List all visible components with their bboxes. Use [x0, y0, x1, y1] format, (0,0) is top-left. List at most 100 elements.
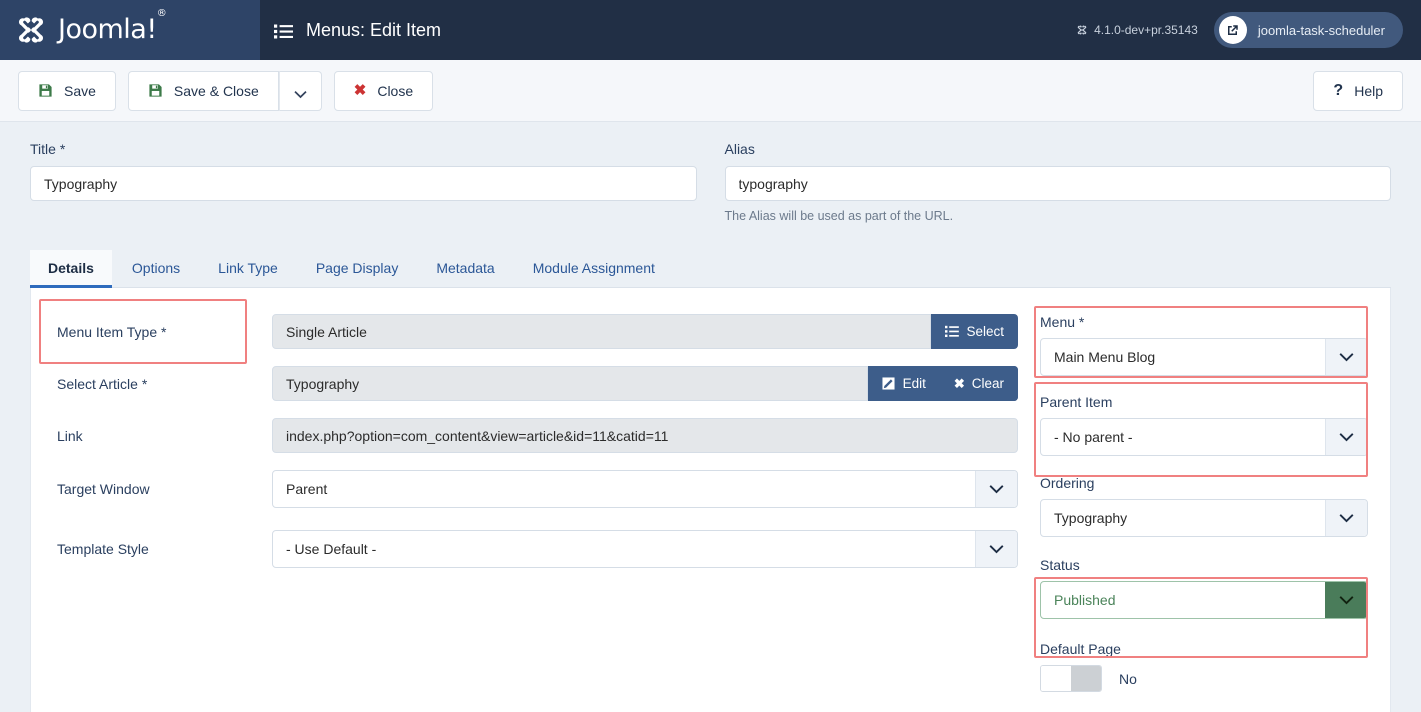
header-right-area: 4.1.0-dev+pr.35143 joomla-task-scheduler [1076, 0, 1421, 60]
menu-field-group: Menu * Main Menu Blog [1040, 314, 1368, 376]
status-value: Published [1054, 592, 1116, 608]
joomla-logo-icon [14, 13, 48, 47]
tab-details[interactable]: Details [30, 250, 112, 288]
template-style-row: Template Style - Use Default - [57, 530, 1018, 568]
details-main-column: Menu Item Type * Single Article Select S… [31, 299, 1030, 712]
save-dropdown-button[interactable] [278, 70, 322, 111]
default-page-field-group: Default Page No [1040, 641, 1368, 692]
chevron-down-icon [1325, 500, 1367, 536]
page-title: Menus: Edit Item [306, 19, 442, 40]
menu-select[interactable]: Main Menu Blog [1040, 338, 1368, 376]
app-header: Joomla!® Menus: Edit Item 4.1.0-dev+pr.3… [0, 0, 1421, 60]
toggle-on-half [1071, 666, 1101, 691]
pencil-square-icon [882, 376, 896, 391]
target-window-label: Target Window [57, 481, 150, 497]
top-fields: Title * Alias The Alias will be used as … [0, 122, 1421, 223]
page-body: Title * Alias The Alias will be used as … [0, 122, 1421, 712]
status-select[interactable]: Published [1040, 581, 1368, 619]
clear-article-button[interactable]: ✖ Clear [939, 366, 1018, 401]
save-button-label: Save [64, 82, 96, 99]
tab-module-assignment[interactable]: Module Assignment [515, 250, 673, 287]
template-style-value: - Use Default - [286, 541, 377, 557]
status-field-group: Status Published [1040, 557, 1368, 619]
title-input[interactable] [30, 166, 697, 201]
site-link-button[interactable]: joomla-task-scheduler [1213, 12, 1403, 48]
list-icon [274, 23, 293, 38]
edit-button-label: Edit [902, 376, 926, 391]
close-x-icon: ✖ [353, 82, 367, 99]
help-button[interactable]: ? Help [1313, 70, 1403, 111]
menu-item-type-select-button[interactable]: Select [931, 314, 1018, 349]
brand-area[interactable]: Joomla!® [0, 0, 260, 60]
parent-item-field-group: Parent Item - No parent - [1040, 394, 1368, 456]
title-label: Title * [30, 141, 66, 157]
default-page-toggle-row: No [1040, 665, 1368, 692]
chevron-down-icon [975, 471, 1017, 507]
tab-options[interactable]: Options [114, 250, 198, 287]
floppy-disk-icon [38, 83, 53, 98]
save-and-close-label: Save & Close [173, 82, 259, 99]
save-and-close-button[interactable]: Save & Close [127, 70, 279, 111]
article-action-buttons: Edit ✖ Clear [867, 366, 1018, 401]
floppy-disk-icon [148, 83, 163, 98]
default-page-value: No [1119, 670, 1137, 687]
template-style-select[interactable]: - Use Default - [272, 530, 1018, 568]
alias-field-group: Alias The Alias will be used as part of … [724, 141, 1391, 223]
template-style-label: Template Style [57, 541, 149, 557]
ordering-value: Typography [1054, 510, 1128, 526]
link-label: Link [57, 427, 83, 444]
target-window-value: Parent [286, 481, 328, 497]
menu-label: Menu * [1040, 314, 1085, 330]
target-window-row: Target Window Parent [57, 470, 1018, 508]
link-row: Link index.php?option=com_content&view=a… [57, 418, 1018, 453]
alias-input[interactable] [724, 166, 1391, 201]
page-title-bar: Menus: Edit Item [260, 0, 1076, 60]
select-article-value: Typography [272, 366, 868, 401]
site-name: joomla-task-scheduler [1257, 22, 1385, 38]
chevron-down-icon [294, 86, 307, 99]
edit-article-button[interactable]: Edit [867, 366, 940, 401]
select-article-row: Select Article * Typography Edit ✖ Clear [57, 366, 1018, 401]
default-page-toggle[interactable] [1040, 665, 1102, 692]
clear-button-label: Clear [971, 376, 1004, 391]
close-button[interactable]: ✖ Close [333, 70, 434, 111]
menu-item-type-row: Menu Item Type * Single Article Select [39, 299, 1018, 364]
chevron-down-icon [975, 531, 1017, 567]
menu-value: Main Menu Blog [1054, 349, 1156, 365]
alias-help-text: The Alias will be used as part of the UR… [724, 209, 954, 223]
tab-page-display[interactable]: Page Display [298, 250, 417, 287]
ordering-field-group: Ordering Typography [1040, 475, 1368, 537]
tab-link-type[interactable]: Link Type [200, 250, 296, 287]
default-page-label: Default Page [1040, 641, 1121, 657]
title-field-group: Title * [30, 141, 697, 223]
parent-item-label: Parent Item [1040, 394, 1113, 410]
version-text: 4.1.0-dev+pr.35143 [1094, 23, 1198, 37]
select-button-label: Select [966, 324, 1004, 339]
help-button-label: Help [1354, 82, 1383, 99]
tab-bar: Details Options Link Type Page Display M… [30, 250, 1391, 288]
tab-metadata[interactable]: Metadata [418, 250, 512, 287]
target-window-select[interactable]: Parent [272, 470, 1018, 508]
details-panel: Menu Item Type * Single Article Select S… [30, 288, 1391, 712]
ordering-label: Ordering [1040, 475, 1095, 491]
details-side-column: Menu * Main Menu Blog Parent Item - No p… [1030, 306, 1390, 712]
chevron-down-icon [1325, 339, 1367, 375]
link-value: index.php?option=com_content&view=articl… [272, 418, 1018, 453]
toolbar: Save Save & Close ✖ Close ? Help [0, 60, 1421, 122]
joomla-logo[interactable]: Joomla!® [14, 7, 167, 47]
external-link-icon [1218, 16, 1247, 44]
joomla-mark-icon [1076, 24, 1088, 36]
tabs-wrapper: Details Options Link Type Page Display M… [0, 223, 1421, 288]
ordering-select[interactable]: Typography [1040, 499, 1368, 537]
close-button-label: Close [377, 82, 414, 99]
list-icon [945, 325, 960, 339]
status-label: Status [1040, 557, 1080, 573]
save-close-group: Save & Close [127, 70, 322, 111]
brand-name: Joomla!® [58, 7, 167, 45]
question-mark-icon: ? [1333, 81, 1344, 99]
save-button[interactable]: Save [18, 70, 116, 111]
chevron-down-icon [1325, 419, 1367, 455]
parent-item-value: - No parent - [1054, 429, 1133, 445]
parent-item-select[interactable]: - No parent - [1040, 418, 1368, 456]
select-article-label: Select Article * [57, 375, 148, 392]
